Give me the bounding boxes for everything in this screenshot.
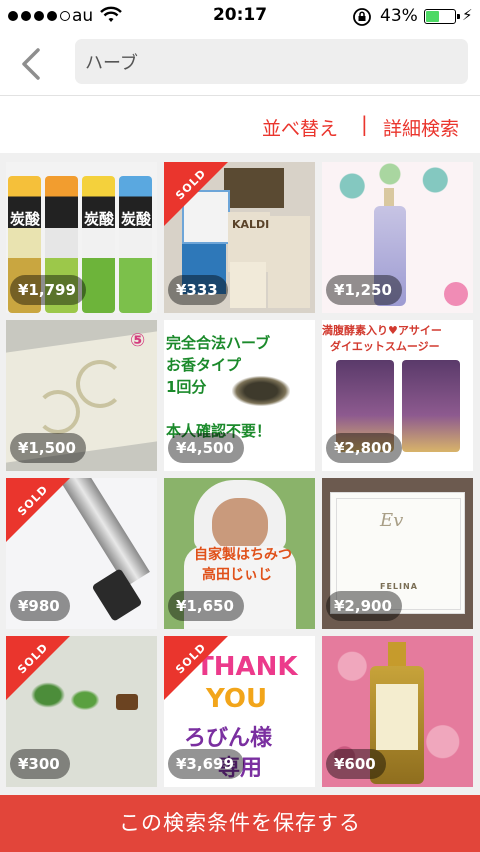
price-tag: ¥2,800 bbox=[326, 433, 402, 463]
product-image-text: 炭酸 bbox=[121, 210, 152, 228]
product-image-text: 炭酸 bbox=[84, 210, 115, 228]
product-image-text: 高田じぃじ bbox=[202, 567, 272, 583]
product-image-text: ⑤ bbox=[130, 330, 146, 351]
product-image-text: 1回分 bbox=[166, 378, 207, 396]
product-tile[interactable]: 自家製はちみつ 高田じぃじ ¥1,650 bbox=[164, 478, 315, 629]
product-tile[interactable]: THANK YOU ろびん様 専用 SOLD ¥3,699 bbox=[164, 636, 315, 787]
product-grid: 炭酸 炭酸 炭酸 ¥1,799 KALDI SOLD ¥333 ¥1,250 ⑤… bbox=[0, 153, 480, 795]
product-tile[interactable]: ¥600 bbox=[322, 636, 473, 787]
product-image-text: FELINA bbox=[380, 582, 418, 591]
detail-search-button[interactable]: 詳細検索 bbox=[383, 114, 459, 141]
product-tile[interactable]: 満腹酵素入り♥アサイー ダイエットスムージー ¥2,800 bbox=[322, 320, 473, 471]
search-header bbox=[0, 34, 480, 96]
sold-badge: SOLD bbox=[164, 636, 228, 700]
product-logo: Ev bbox=[380, 510, 404, 531]
sold-badge: SOLD bbox=[164, 162, 228, 226]
product-image-text: 自家製はちみつ bbox=[194, 547, 292, 563]
product-image-text: 炭酸 bbox=[10, 210, 41, 228]
battery-percent: 43% bbox=[380, 6, 418, 26]
product-tile[interactable]: 完全合法ハーブ お香タイプ 1回分 本人確認不要！ ¥4,500 bbox=[164, 320, 315, 471]
product-tile[interactable]: 炭酸 炭酸 炭酸 ¥1,799 bbox=[6, 162, 157, 313]
status-bar: au 20:17 43% ⚡ bbox=[0, 0, 480, 34]
price-tag: ¥1,500 bbox=[10, 433, 86, 463]
product-tile[interactable]: SOLD ¥300 bbox=[6, 636, 157, 787]
product-tile[interactable]: KALDI SOLD ¥333 bbox=[164, 162, 315, 313]
search-box[interactable] bbox=[75, 39, 468, 84]
sold-badge: SOLD bbox=[6, 478, 70, 542]
product-tile[interactable]: ¥1,250 bbox=[322, 162, 473, 313]
price-tag: ¥2,900 bbox=[326, 591, 402, 621]
price-tag: ¥980 bbox=[10, 591, 70, 621]
charging-icon: ⚡ bbox=[462, 6, 473, 24]
price-tag: ¥600 bbox=[326, 749, 386, 779]
product-tile[interactable]: Ev FELINA ¥2,900 bbox=[322, 478, 473, 629]
price-tag: ¥4,500 bbox=[168, 433, 244, 463]
battery-icon bbox=[424, 9, 460, 24]
sold-badge: SOLD bbox=[6, 636, 70, 700]
save-search-button[interactable]: この検索条件を保存する bbox=[0, 795, 480, 852]
product-tile[interactable]: SOLD ¥980 bbox=[6, 478, 157, 629]
back-button[interactable] bbox=[14, 44, 50, 84]
price-tag: ¥1,650 bbox=[168, 591, 244, 621]
price-tag: ¥3,699 bbox=[168, 749, 244, 779]
rotation-lock-icon bbox=[353, 8, 371, 26]
product-image-text: ダイエットスムージー bbox=[330, 340, 440, 353]
price-tag: ¥1,799 bbox=[10, 275, 86, 305]
sort-button[interactable]: 並べ替え bbox=[262, 114, 338, 141]
product-image-text: 満腹酵素入り♥アサイー bbox=[322, 324, 442, 337]
price-tag: ¥1,250 bbox=[326, 275, 402, 305]
product-image-text: 完全合法ハーブ bbox=[166, 334, 271, 352]
price-tag: ¥300 bbox=[10, 749, 70, 779]
product-image-text: KALDI bbox=[232, 218, 270, 231]
product-image-text: ろびん様 bbox=[184, 726, 273, 751]
product-image-text: お香タイプ bbox=[166, 356, 242, 374]
filter-separator: | bbox=[361, 112, 368, 136]
search-input[interactable] bbox=[75, 39, 445, 84]
product-tile[interactable]: ⑤ ¥1,500 bbox=[6, 320, 157, 471]
price-tag: ¥333 bbox=[168, 275, 228, 305]
filter-row: 並べ替え | 詳細検索 bbox=[0, 96, 480, 153]
